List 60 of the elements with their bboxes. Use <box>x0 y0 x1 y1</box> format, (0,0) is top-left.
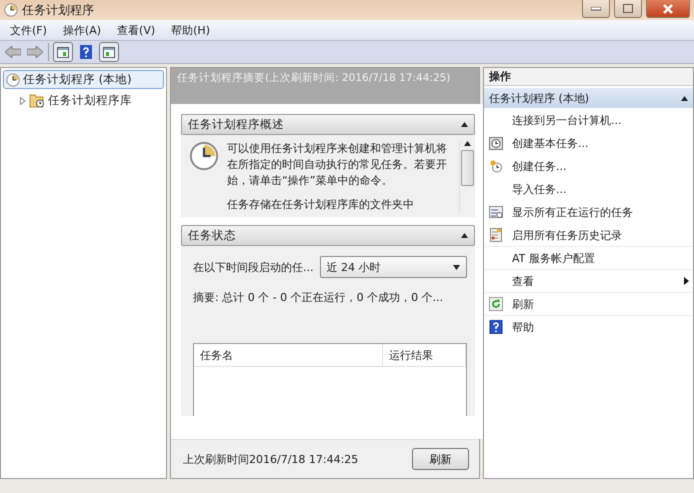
summary-title: 任务计划程序摘要(上次刷新时间: 2016/7/18 17:44:25) <box>171 68 479 104</box>
action-item[interactable]: 刷新 <box>484 292 693 315</box>
window-title: 任务计划程序 <box>22 2 95 18</box>
show-panel-button[interactable] <box>53 42 73 62</box>
description-text: 任务存储在任务计划程序库的文件夹中 <box>227 197 415 213</box>
action-item[interactable]: 创建任务... <box>484 154 693 177</box>
app-clock-icon <box>4 3 18 17</box>
caret-icon <box>461 233 468 238</box>
description-text: 可以使用任务计划程序来创建和管理计算机将在所指定的时间自动执行的常见任务。若要开始，请单击“操作”菜单中的命令。 <box>227 141 448 189</box>
action-item[interactable]: 导入任务... <box>484 177 693 200</box>
refresh-icon <box>489 297 503 311</box>
maximize-button[interactable] <box>614 0 642 18</box>
close-icon <box>663 4 673 14</box>
tree-item[interactable]: 任务计划程序库 <box>17 91 164 110</box>
clock-icon <box>489 159 503 173</box>
period-label: 在以下时间段启动的任... <box>193 260 314 274</box>
action-pane-button[interactable] <box>99 42 119 62</box>
column-header[interactable]: 任务名 <box>194 344 383 366</box>
tree-item[interactable]: 任务计划程序 (本地) <box>3 70 164 89</box>
action-item[interactable]: 创建基本任务... <box>484 131 693 154</box>
column-header[interactable]: 运行结果 <box>383 344 466 366</box>
section-header[interactable]: 任务状态 <box>181 225 475 246</box>
group-header[interactable]: 任务计划程序 (本地) <box>484 88 693 108</box>
period-dropdown[interactable]: 近 24 小时 <box>320 256 467 278</box>
action-item[interactable]: 启用所有任务历史记录 <box>484 223 693 246</box>
folder-clock-icon <box>29 93 45 108</box>
caret-icon <box>681 96 688 100</box>
menu-item[interactable]: 帮助(H) <box>165 20 216 40</box>
action-item[interactable]: 连接到另一台计算机... <box>484 108 693 131</box>
task-list-icon <box>489 205 503 219</box>
clock-icon <box>489 136 503 150</box>
menu-item[interactable]: 查看(V) <box>111 20 162 40</box>
action-item[interactable]: 帮助 <box>484 315 693 338</box>
clock-icon <box>6 72 20 86</box>
close-button[interactable] <box>646 0 690 18</box>
refresh-button[interactable]: 刷新 <box>412 448 469 470</box>
section-header[interactable]: 任务计划程序概述 <box>181 114 475 135</box>
minimize-icon <box>591 6 601 10</box>
action-item[interactable]: 显示所有正在运行的任务 <box>484 200 693 223</box>
caret-icon <box>453 264 460 270</box>
back-button[interactable] <box>4 43 22 61</box>
collapsed-arrow-icon[interactable] <box>20 96 26 104</box>
action-item[interactable]: 查看 <box>484 269 693 292</box>
forward-button[interactable] <box>26 43 44 61</box>
maximize-icon <box>623 4 633 13</box>
log-icon <box>489 228 503 242</box>
last-refresh-text: 上次刷新时间2016/7/18 17:44:25 <box>183 452 358 466</box>
caret-icon <box>461 122 468 127</box>
minimize-button[interactable] <box>582 0 610 18</box>
summary-text: 摘要: 总计 0 个 - 0 个正在运行，0 个成功，0 个... <box>193 290 444 305</box>
scroll-up-icon <box>464 141 471 146</box>
panel-icon <box>57 46 69 58</box>
clock-icon <box>189 141 219 171</box>
menu-item[interactable]: 操作(A) <box>56 20 108 40</box>
help-button[interactable] <box>77 43 95 61</box>
menu-item[interactable]: 文件(F) <box>4 20 53 40</box>
help-icon <box>489 320 503 334</box>
action-item[interactable]: AT 服务帐户配置 <box>484 246 693 269</box>
actions-title: 操作 <box>484 68 693 86</box>
panel-icon <box>103 46 115 58</box>
